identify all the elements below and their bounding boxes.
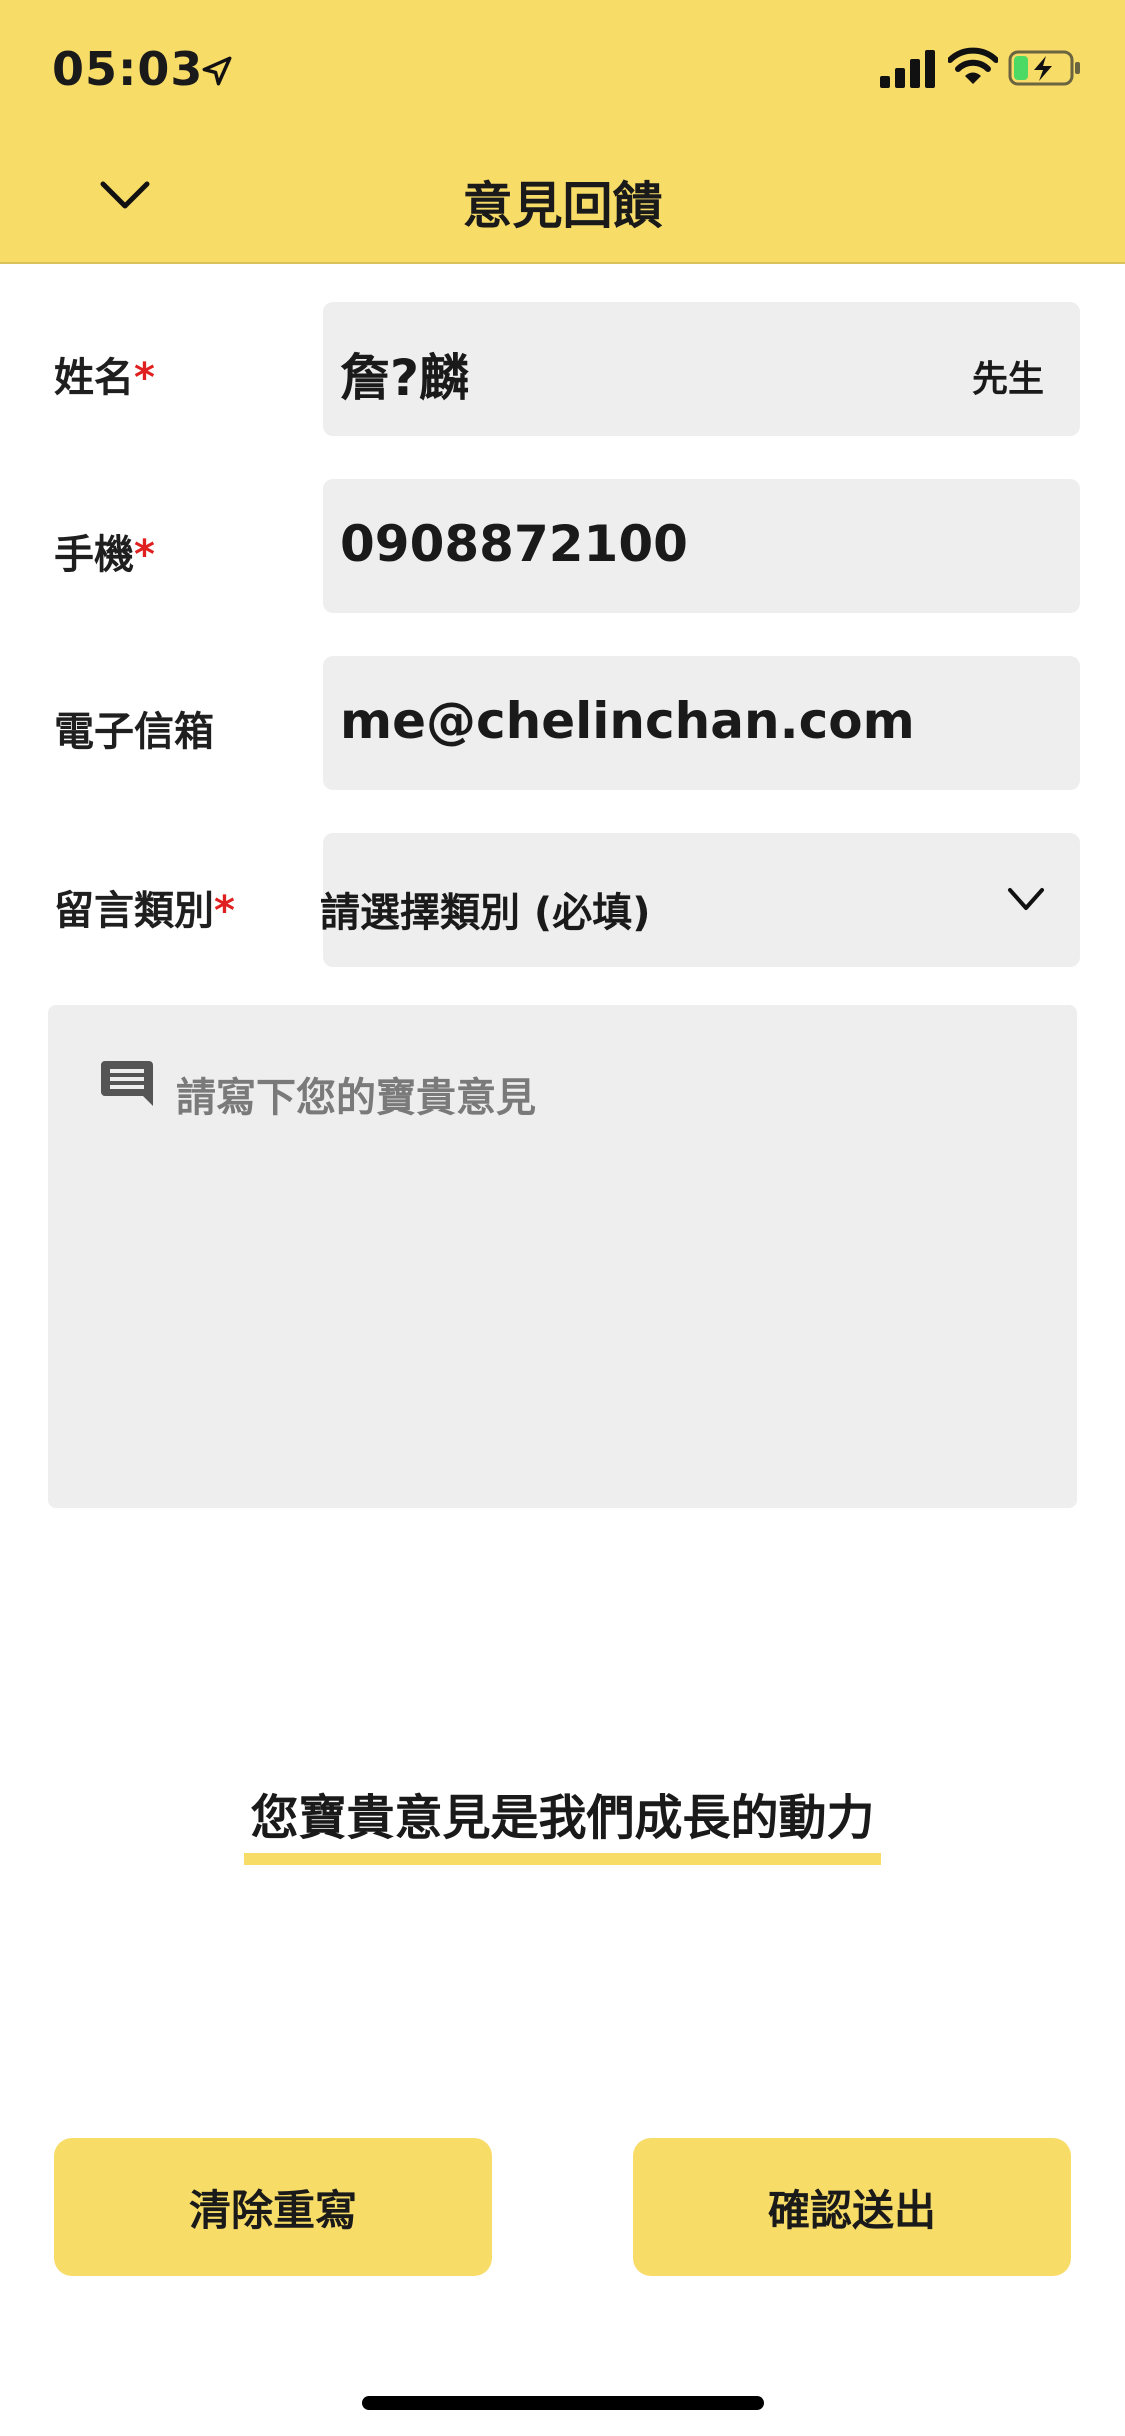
required-mark: * [214, 888, 235, 934]
location-arrow-icon [202, 56, 232, 86]
phone-label-text: 手機 [54, 532, 134, 578]
clear-button[interactable]: 清除重寫 [54, 2138, 492, 2276]
email-label-text: 電子信箱 [54, 709, 214, 755]
battery-charging-icon [1008, 50, 1080, 86]
name-title-suffix[interactable]: 先生 [972, 350, 1044, 402]
message-bubble-icon [101, 1061, 153, 1106]
name-label: 姓名* [54, 345, 155, 403]
category-label-text: 留言類別 [54, 888, 214, 934]
home-indicator [362, 2396, 764, 2410]
required-mark: * [134, 355, 155, 401]
required-mark: * [134, 532, 155, 578]
motto-underline [244, 1853, 881, 1865]
cellular-signal-icon [880, 50, 935, 88]
message-placeholder: 請寫下您的寶貴意見 [176, 1075, 536, 1121]
status-time: 05:03 [52, 42, 204, 96]
phone-label: 手機* [54, 522, 155, 580]
name-label-text: 姓名 [54, 355, 134, 401]
wifi-icon [948, 47, 998, 84]
motto-text: 您寶貴意見是我們成長的動力 [250, 1790, 875, 1846]
email-label: 電子信箱 [54, 699, 214, 757]
submit-button[interactable]: 確認送出 [633, 2138, 1071, 2276]
category-selected-value: 請選擇類別 (必填) [320, 890, 651, 936]
page-title: 意見回饋 [462, 177, 663, 235]
chevron-down-icon[interactable] [1004, 882, 1048, 918]
category-label: 留言類別* [54, 878, 235, 936]
phone-value: 0908872100 [340, 515, 688, 573]
email-value: me@chelinchan.com [340, 692, 915, 750]
name-value: 詹?麟 [340, 349, 470, 407]
